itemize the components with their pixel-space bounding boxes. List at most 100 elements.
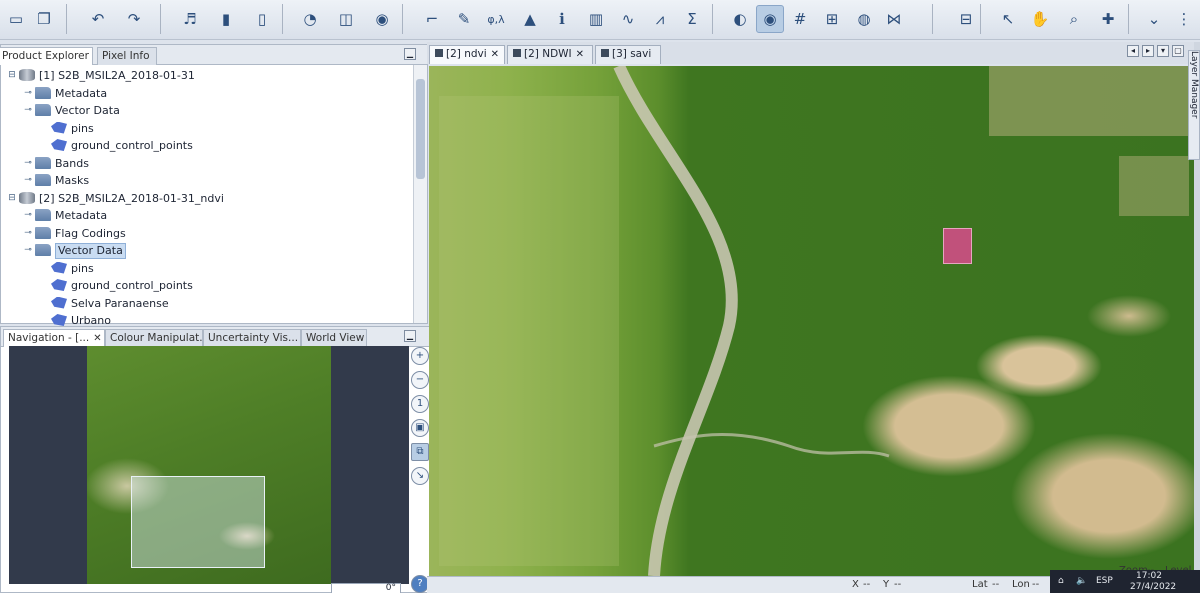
mask-icon[interactable]: ◐ xyxy=(726,5,754,33)
tab-ndvi-label: [2] ndvi xyxy=(446,48,487,60)
tab-savi[interactable]: [3] savi xyxy=(595,45,661,64)
profile-icon[interactable]: ▥ xyxy=(582,5,610,33)
toolbar-separator xyxy=(66,4,67,34)
more-icon[interactable]: ⌄ xyxy=(1140,5,1168,33)
tab-ndvi[interactable]: [2] ndvi ✕ xyxy=(429,45,505,64)
status-lat-value: -- xyxy=(992,579,1000,590)
roi-rectangle[interactable] xyxy=(943,228,972,264)
toolbar-separator xyxy=(160,4,161,34)
scatter-icon[interactable]: ⩘ xyxy=(646,5,674,33)
zoom-pixel-icon[interactable]: 1 xyxy=(411,395,429,413)
undo-icon[interactable]: ↶ xyxy=(84,5,112,33)
expand-icon[interactable]: ⊸ xyxy=(23,225,33,242)
image-view-ndvi[interactable] xyxy=(429,66,1194,576)
expand-icon[interactable]: ⊸ xyxy=(23,102,33,119)
expand-icon[interactable]: ⊸ xyxy=(23,207,33,224)
volume-icon[interactable]: 🔈 xyxy=(1076,576,1087,586)
tree-scrollbar[interactable] xyxy=(413,65,427,323)
image-view-icon xyxy=(513,49,521,57)
tree-node-label: Masks xyxy=(55,174,90,187)
expand-icon[interactable]: ⊸ xyxy=(23,85,33,102)
tab-uncertainty-visualisation[interactable]: Uncertainty Vis... xyxy=(203,329,301,347)
tab-pixel-info[interactable]: Pixel Info xyxy=(97,47,157,65)
rotation-value: 0° xyxy=(385,583,396,593)
scroll-left-icon[interactable]: ◂ xyxy=(1127,45,1139,57)
expand-icon[interactable]: ⊸ xyxy=(23,155,33,172)
tree-node-label: Selva Paranaense xyxy=(71,296,169,310)
status-x-label: X xyxy=(852,579,859,590)
close-icon[interactable]: ✕ xyxy=(576,49,584,60)
graph-builder-icon[interactable]: ⋈ xyxy=(880,5,908,33)
spectrum-view-icon[interactable]: ∿ xyxy=(614,5,642,33)
navigation-viewport-rectangle[interactable] xyxy=(131,476,265,568)
graticule-icon[interactable]: # xyxy=(786,5,814,33)
layer-icon[interactable]: ◫ xyxy=(332,5,360,33)
keyboard-language[interactable]: ESP xyxy=(1096,576,1113,586)
clock-date[interactable]: 27/4/2022 xyxy=(1130,582,1176,592)
expand-icon[interactable]: ⊸ xyxy=(23,172,33,189)
scroll-right-icon[interactable]: ▸ xyxy=(1142,45,1154,57)
image-view-icon xyxy=(435,49,443,57)
folder-icon xyxy=(35,86,51,99)
tree-node-label: [1] S2B_MSIL2A_2018-01-31 xyxy=(39,69,195,82)
dropdown-icon[interactable]: ▾ xyxy=(1157,45,1169,57)
minimize-icon[interactable]: ▁ xyxy=(404,330,416,342)
layer-manager-tab[interactable]: Layer Manager xyxy=(1188,50,1200,160)
clock-time[interactable]: 17:02 xyxy=(1136,571,1162,581)
tab-ndwi[interactable]: [2] NDWI ✕ xyxy=(507,45,593,64)
tree-node-label: Metadata xyxy=(55,209,108,222)
toolbar-separator xyxy=(402,4,403,34)
info-icon[interactable]: ℹ xyxy=(548,5,576,33)
sync-cursor-icon[interactable]: ↘ xyxy=(411,467,429,485)
tab-product-explorer[interactable]: Product Explorer✕ xyxy=(0,47,93,65)
histogram-tool-icon[interactable]: ▲ xyxy=(516,5,544,33)
spectrum-icon[interactable]: ▮ xyxy=(212,5,240,33)
zoom-all-icon[interactable]: ▣ xyxy=(411,419,429,437)
pan-tool-icon[interactable]: ✋ xyxy=(1026,5,1054,33)
zoom-out-icon[interactable]: − xyxy=(411,371,429,389)
redo-icon[interactable]: ↷ xyxy=(120,5,148,33)
wave-icon[interactable]: ◉ xyxy=(368,5,396,33)
visibility-icon[interactable]: ◉ xyxy=(756,5,784,33)
vector-data-icon xyxy=(51,296,67,309)
zoom-tool-icon[interactable]: ⌕ xyxy=(1060,5,1088,33)
select-tool-icon[interactable]: ↖ xyxy=(994,5,1022,33)
vector-data-icon xyxy=(51,139,67,151)
polygon-icon[interactable]: ⌐ xyxy=(418,5,446,33)
tree-node-label: pins xyxy=(71,121,94,135)
world-map-icon[interactable]: ⊞ xyxy=(818,5,846,33)
open-product-icon[interactable]: ▭ xyxy=(2,5,30,33)
expand-icon[interactable]: ⊸ xyxy=(23,242,33,259)
close-icon[interactable]: ✕ xyxy=(491,49,499,60)
pie-icon[interactable]: ◔ xyxy=(296,5,324,33)
band-maths-icon[interactable]: ♬ xyxy=(176,5,204,33)
status-lon-label: Lon xyxy=(1012,579,1030,590)
network-icon[interactable]: ⌂ xyxy=(1058,576,1064,586)
scrollbar-thumb[interactable] xyxy=(416,79,425,179)
batch-icon[interactable]: ⊟ xyxy=(952,5,980,33)
zoom-in-icon[interactable]: + xyxy=(411,347,429,365)
navigation-overview[interactable] xyxy=(9,346,409,584)
collapse-icon[interactable]: ⊟ xyxy=(7,190,17,207)
tab-world-view[interactable]: World View xyxy=(301,329,367,347)
navigation-panel: Navigation - [... ✕ Colour Manipulat... U… xyxy=(0,326,430,593)
draw-icon[interactable]: ✎ xyxy=(450,5,478,33)
statistics-icon[interactable]: Σ xyxy=(678,5,706,33)
geo-coding-icon[interactable]: φ,λ xyxy=(482,5,510,33)
sync-icon[interactable]: ◍ xyxy=(850,5,878,33)
rotation-field[interactable]: 0° xyxy=(331,583,401,593)
product-explorer-panel: Product Explorer✕ Pixel Info ▁ ⊟ [1] S2B_… xyxy=(0,44,428,327)
close-icon[interactable]: ✕ xyxy=(93,333,101,344)
folder-icon xyxy=(35,174,51,186)
overflow-icon[interactable]: ⋮ xyxy=(1170,5,1198,33)
maximize-icon[interactable]: ▢ xyxy=(1172,45,1184,57)
histogram-icon[interactable]: ▯ xyxy=(248,5,276,33)
session-icon[interactable]: ❐ xyxy=(30,5,58,33)
sync-views-icon[interactable]: ⧉ xyxy=(411,443,429,461)
tab-navigation[interactable]: Navigation - [... ✕ xyxy=(3,329,105,347)
minimize-icon[interactable]: ▁ xyxy=(404,48,416,60)
pin-tool-icon[interactable]: ✚ xyxy=(1094,5,1122,33)
vector-data-icon xyxy=(51,261,67,274)
tab-colour-manipulation[interactable]: Colour Manipulat... xyxy=(105,329,203,347)
collapse-icon[interactable]: ⊟ xyxy=(7,67,17,84)
